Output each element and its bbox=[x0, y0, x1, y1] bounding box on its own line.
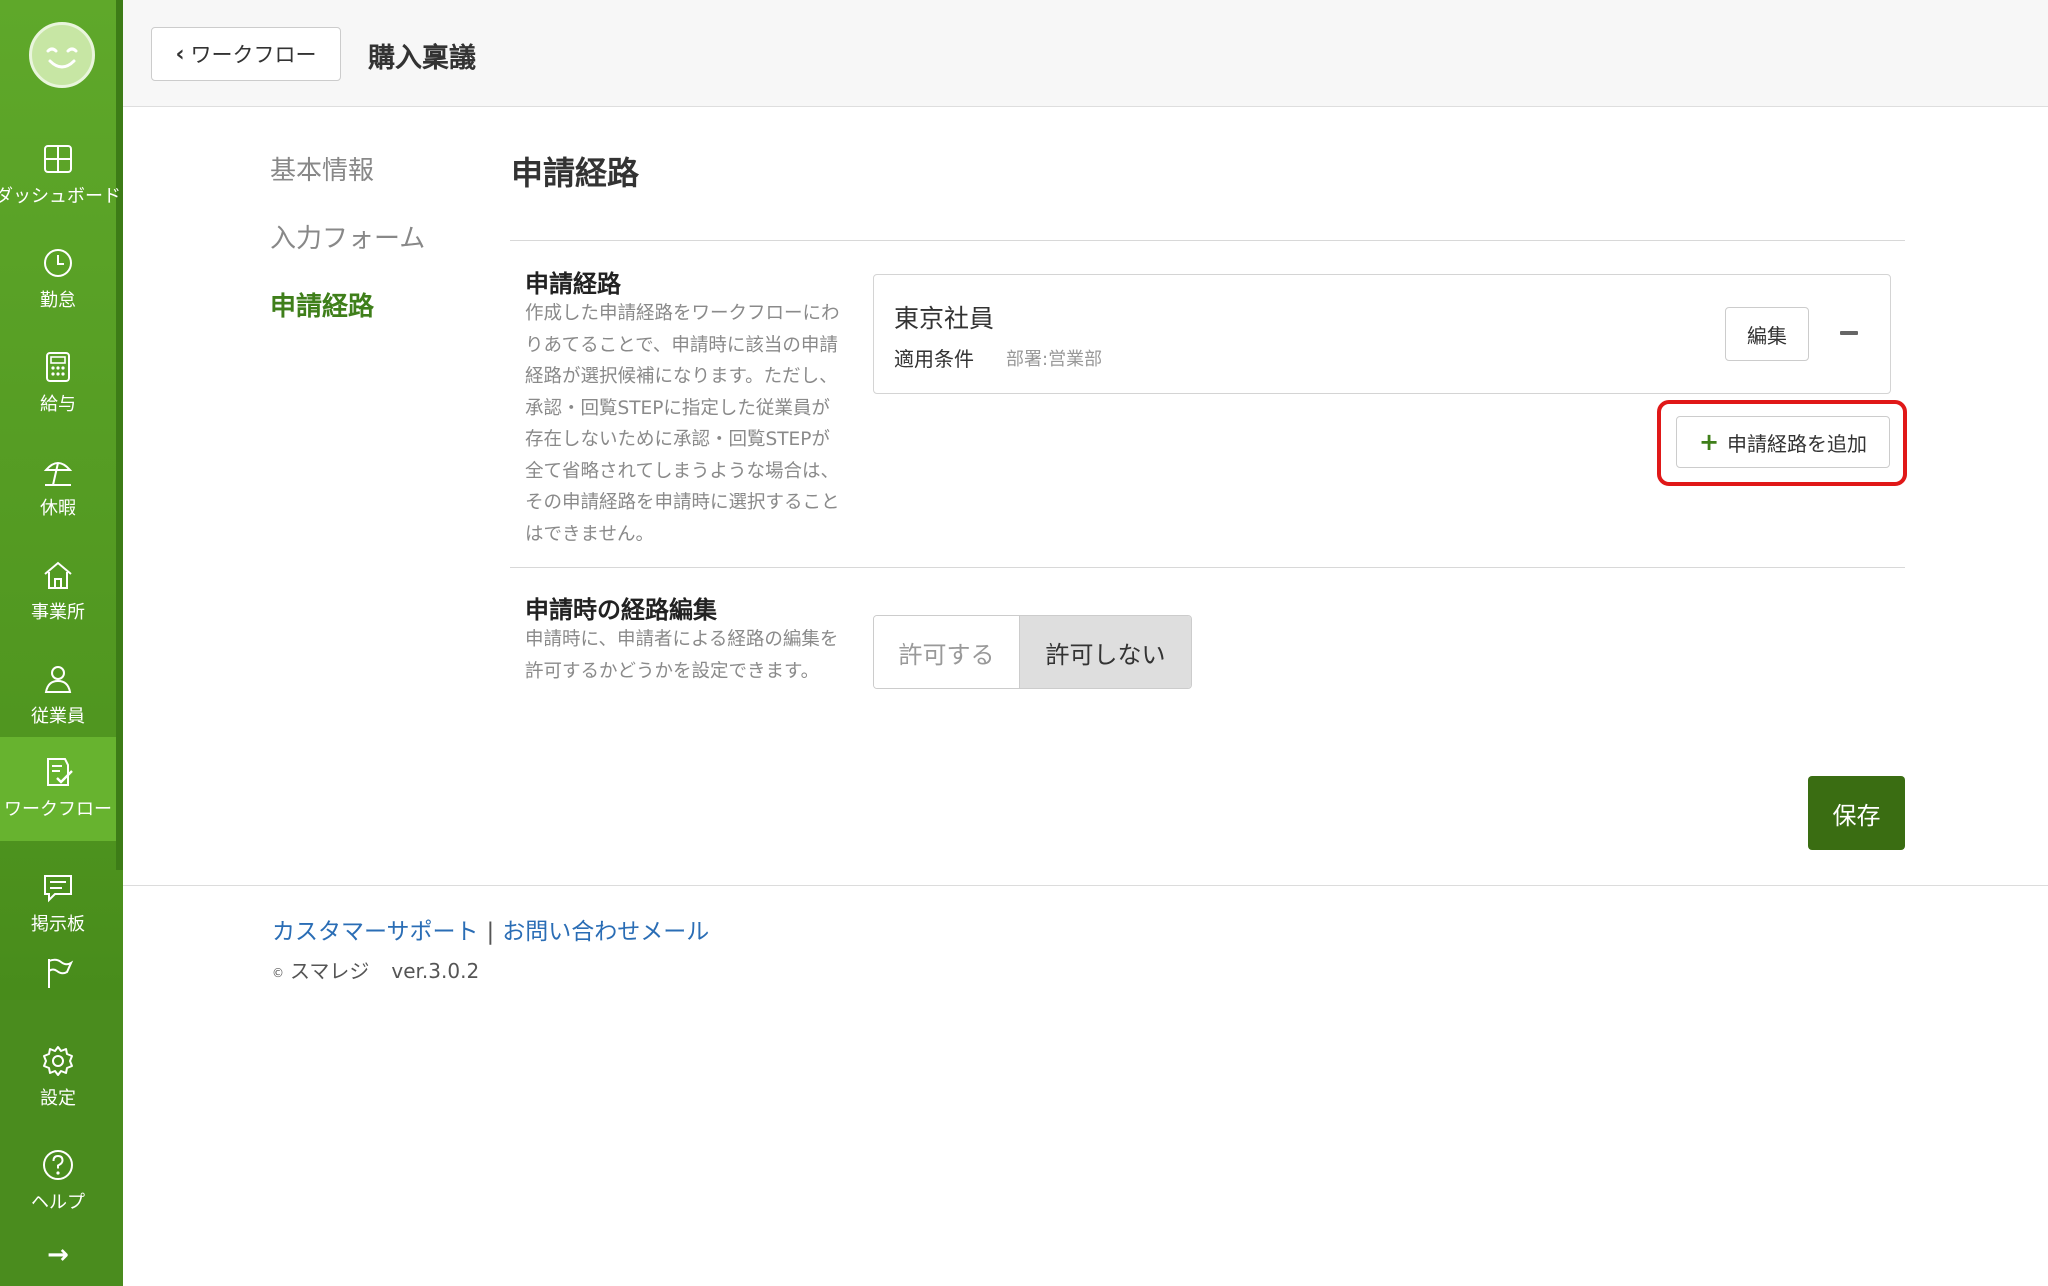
route-name: 東京社員 bbox=[894, 304, 995, 333]
page-title: 購入稟議 bbox=[368, 43, 476, 74]
checklist-icon bbox=[39, 753, 77, 791]
customer-support-link[interactable]: カスタマーサポート bbox=[272, 919, 479, 945]
back-button-label: ワークフロー bbox=[190, 43, 317, 67]
plus-icon: + bbox=[1698, 428, 1720, 456]
section-title: 申請経路 bbox=[511, 154, 640, 192]
sidebar-item-label: 給与 bbox=[40, 394, 76, 415]
company-name: スマレジ bbox=[290, 959, 370, 983]
copyright-mark: © bbox=[272, 965, 284, 980]
footer-links: カスタマーサポート | お問い合わせメール bbox=[272, 912, 709, 946]
route-edit-row-description: 申請時に、申請者による経路の編集を許可するかどうかを設定できます。 bbox=[525, 629, 839, 682]
chevron-left-icon: ‹ bbox=[175, 41, 185, 67]
allow-option[interactable]: 許可する bbox=[874, 616, 1020, 688]
sidebar-item-label: 設定 bbox=[40, 1088, 76, 1109]
route-edit-row-title: 申請時の経路編集 bbox=[525, 596, 717, 624]
footer-separator: | bbox=[486, 919, 495, 945]
sidebar-item-label: ヘルプ bbox=[31, 1192, 85, 1213]
footer-divider bbox=[123, 885, 2048, 886]
sidebar-item-workflow[interactable]: ワークフロー bbox=[0, 737, 116, 841]
sidebar-item-employees[interactable]: 従業員 bbox=[0, 650, 116, 750]
home-icon bbox=[39, 556, 77, 594]
sidebar-item-payroll[interactable]: 給与 bbox=[0, 338, 116, 438]
condition-label: 適用条件 bbox=[894, 347, 974, 371]
beach-umbrella-icon bbox=[39, 452, 77, 490]
sidebar-item-dashboard[interactable]: ダッシュボード bbox=[0, 130, 121, 230]
route-row-title: 申請経路 bbox=[525, 270, 621, 298]
arrow-right-icon: → bbox=[47, 1240, 69, 1270]
subnav-input-form[interactable]: 入力フォーム bbox=[270, 218, 425, 255]
smile-logo-icon bbox=[46, 47, 78, 69]
sidebar: ダッシュボード 勤怠 給与 休暇 事業所 従業員 ワークフロー 掲示板 設定 ヘ… bbox=[0, 0, 123, 1286]
page-header: ‹ ワークフロー 購入稟議 bbox=[123, 0, 2048, 107]
divider bbox=[510, 240, 1905, 241]
sidebar-expand-button[interactable]: → bbox=[0, 1236, 116, 1280]
edit-route-button[interactable]: 編集 bbox=[1725, 307, 1809, 361]
sidebar-scrollbar[interactable] bbox=[116, 0, 123, 870]
subnav-route[interactable]: 申請経路 bbox=[270, 286, 374, 323]
minus-icon bbox=[1840, 331, 1858, 335]
condition-value: 部署:営業部 bbox=[1006, 349, 1103, 370]
route-edit-toggle: 許可する 許可しない bbox=[873, 615, 1192, 689]
flag-icon bbox=[39, 954, 77, 992]
disallow-option[interactable]: 許可しない bbox=[1020, 616, 1191, 688]
sidebar-item-label: 勤怠 bbox=[40, 290, 76, 311]
route-row-description: 作成した申請経路をワークフローにわりあてることで、申請時に該当の申請経路が選択候… bbox=[525, 303, 840, 545]
clock-icon bbox=[39, 244, 77, 282]
sidebar-item-label: ダッシュボード bbox=[0, 186, 121, 207]
sidebar-item-label: 従業員 bbox=[31, 706, 85, 727]
app-logo[interactable] bbox=[29, 22, 95, 88]
back-to-workflow-button[interactable]: ‹ ワークフロー bbox=[151, 27, 341, 81]
copyright: © スマレジ ver.3.0.2 bbox=[272, 955, 479, 984]
sidebar-item-leave[interactable]: 休暇 bbox=[0, 442, 116, 542]
sidebar-item-help[interactable]: ヘルプ bbox=[0, 1136, 116, 1236]
add-route-label: 申請経路を追加 bbox=[1727, 431, 1868, 456]
sidebar-item-flag[interactable] bbox=[0, 954, 116, 1004]
add-route-button[interactable]: + 申請経路を追加 bbox=[1676, 416, 1890, 468]
contact-mail-link[interactable]: お問い合わせメール bbox=[502, 919, 709, 945]
route-card: 東京社員 適用条件 部署:営業部 編集 bbox=[873, 274, 1891, 394]
calculator-icon bbox=[39, 348, 77, 386]
sidebar-item-label: 休暇 bbox=[40, 498, 76, 519]
save-button[interactable]: 保存 bbox=[1808, 776, 1905, 850]
message-board-icon bbox=[39, 868, 77, 906]
sidebar-item-office[interactable]: 事業所 bbox=[0, 546, 116, 646]
remove-route-button[interactable] bbox=[1834, 311, 1864, 355]
divider bbox=[510, 567, 1905, 568]
version-label: ver.3.0.2 bbox=[391, 959, 480, 983]
sidebar-item-label: 掲示板 bbox=[31, 914, 85, 935]
dashboard-icon bbox=[39, 140, 77, 178]
sidebar-item-label: ワークフロー bbox=[4, 799, 112, 820]
gear-icon bbox=[39, 1042, 77, 1080]
help-icon bbox=[39, 1146, 77, 1184]
user-icon bbox=[39, 660, 77, 698]
sidebar-item-bulletin[interactable]: 掲示板 bbox=[0, 858, 116, 958]
sidebar-item-attendance[interactable]: 勤怠 bbox=[0, 234, 116, 334]
sidebar-item-label: 事業所 bbox=[31, 602, 85, 623]
sidebar-item-settings[interactable]: 設定 bbox=[0, 1032, 116, 1132]
subnav-basic-info[interactable]: 基本情報 bbox=[270, 150, 374, 187]
